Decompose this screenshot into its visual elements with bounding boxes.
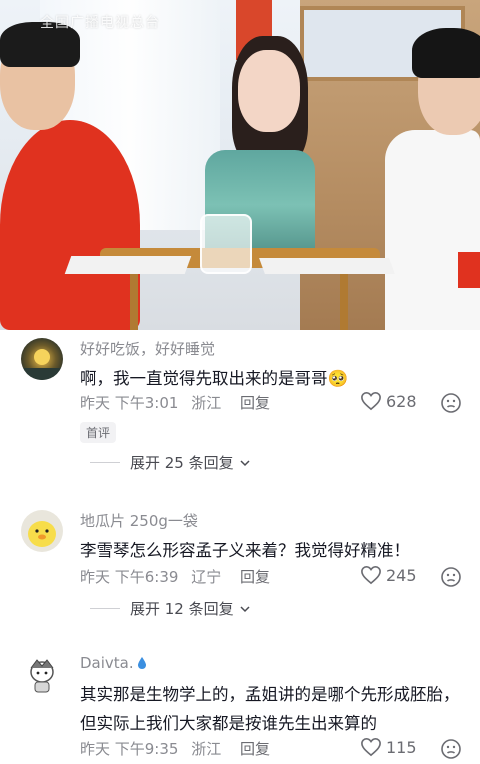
dislike-button[interactable] xyxy=(440,738,462,760)
video-frame[interactable]: 全国广播电视总台 xyxy=(0,0,480,330)
heart-icon xyxy=(361,737,381,757)
dislike-button[interactable] xyxy=(440,566,462,588)
comment-username[interactable]: Daivta. xyxy=(80,654,147,672)
reply-button[interactable]: 回复 xyxy=(240,568,270,586)
video-watermark: 全国广播电视总台 xyxy=(40,15,160,31)
avatar[interactable] xyxy=(21,510,63,552)
comment-username[interactable]: 地瓜片 250g一袋 xyxy=(80,510,198,531)
right-person-body xyxy=(385,130,480,330)
comment-meta: 昨天 下午9:35 浙江 回复 xyxy=(80,738,278,759)
like-count: 245 xyxy=(386,565,417,585)
avatar[interactable] xyxy=(21,654,63,696)
avatar[interactable] xyxy=(21,338,63,380)
like-count: 628 xyxy=(386,391,417,411)
comment-text: 李雪琴怎么形容孟子义来着？我觉得好精准！ xyxy=(80,541,410,560)
comment-time: 昨天 下午9:35 xyxy=(80,740,179,758)
heart-icon xyxy=(361,565,381,585)
glass-jar xyxy=(200,214,252,274)
left-person-body xyxy=(0,120,140,330)
expand-label: 展开 12 条回复 xyxy=(130,600,234,618)
table-leg xyxy=(340,268,348,330)
middle-person-head xyxy=(238,50,300,132)
like-button[interactable]: 115 xyxy=(360,737,417,757)
like-button[interactable]: 245 xyxy=(360,565,417,585)
divider-line xyxy=(90,608,120,609)
comment-time: 昨天 下午3:01 xyxy=(80,394,179,412)
script-paper-left xyxy=(64,256,192,274)
like-count: 115 xyxy=(386,737,417,757)
comment-location: 浙江 xyxy=(191,394,222,412)
comment-meta: 昨天 下午3:01 浙江 回复 xyxy=(80,392,278,413)
dislike-face-icon xyxy=(441,739,461,759)
table-leg xyxy=(130,268,138,330)
water-drop-icon xyxy=(137,657,146,669)
brand-logo-badge xyxy=(458,252,480,288)
chevron-down-icon xyxy=(240,459,250,466)
reply-button[interactable]: 回复 xyxy=(240,740,270,758)
comment-location: 浙江 xyxy=(191,740,222,758)
first-comment-badge: 首评 xyxy=(80,422,117,443)
cartoon-avatar-icon xyxy=(21,654,63,696)
dislike-face-icon xyxy=(441,567,461,587)
comment-location: 辽宁 xyxy=(191,568,222,586)
heart-icon xyxy=(361,391,381,411)
dislike-button[interactable] xyxy=(440,392,462,414)
comment-text: 啊，我一直觉得先取出来的是哥哥🥺 xyxy=(80,369,349,388)
comment-time: 昨天 下午6:39 xyxy=(80,568,179,586)
like-button[interactable]: 628 xyxy=(360,391,417,411)
comment-username[interactable]: 好好吃饭，好好睡觉 xyxy=(80,338,215,359)
divider-line xyxy=(90,462,120,463)
expand-replies-button[interactable]: 展开 12 条回复 xyxy=(90,598,250,619)
chevron-down-icon xyxy=(240,605,250,612)
expand-replies-button[interactable]: 展开 25 条回复 xyxy=(90,452,250,473)
duck-avatar-icon xyxy=(21,510,63,552)
comment-text: 其实那是生物学上的，孟姐讲的是哪个先形成胚胎，但实际上我们大家都是按谁先生出来算… xyxy=(80,685,460,733)
dislike-face-icon xyxy=(441,393,461,413)
reply-button[interactable]: 回复 xyxy=(240,394,270,412)
username-text: Daivta. xyxy=(80,654,134,672)
expand-label: 展开 25 条回复 xyxy=(130,454,234,472)
right-person-hair xyxy=(412,28,480,78)
sunset-moon-avatar-icon xyxy=(21,338,63,380)
script-paper-right xyxy=(259,258,395,274)
comment-meta: 昨天 下午6:39 辽宁 回复 xyxy=(80,566,278,587)
